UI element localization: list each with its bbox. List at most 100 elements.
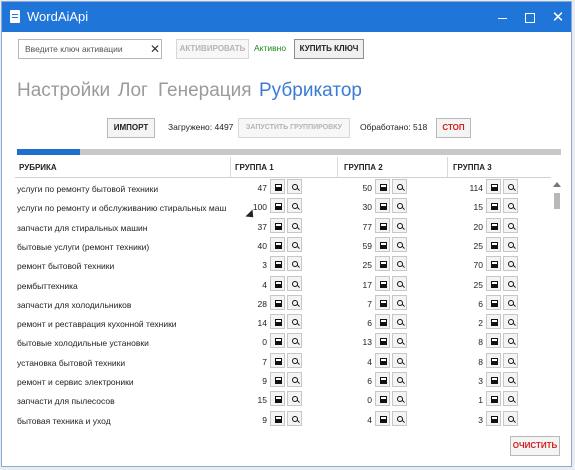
save-icon[interactable] <box>270 372 285 387</box>
import-button[interactable]: ИМПОРТ <box>107 118 155 138</box>
save-icon[interactable] <box>486 333 501 349</box>
save-icon[interactable] <box>270 179 285 194</box>
buy-key-button[interactable]: КУПИТЬ КЛЮЧ <box>294 39 364 59</box>
tab-generation[interactable]: Генерация <box>158 80 252 102</box>
save-icon[interactable] <box>375 294 390 310</box>
search-icon[interactable] <box>287 391 302 407</box>
save-icon[interactable] <box>270 333 285 349</box>
start-grouping-button[interactable]: ЗАПУСТИТЬ ГРУППИРОВКУ <box>238 118 350 138</box>
tab-rubricator[interactable]: Рубрикатор <box>259 80 362 102</box>
save-icon[interactable] <box>270 391 285 407</box>
search-icon[interactable] <box>287 236 302 252</box>
save-icon[interactable] <box>486 179 501 194</box>
rubric-name: ремонт и сервис электроники <box>17 377 134 387</box>
save-icon[interactable] <box>375 236 390 252</box>
save-icon[interactable] <box>375 256 390 272</box>
search-icon[interactable] <box>503 294 518 310</box>
search-icon[interactable] <box>503 391 518 407</box>
search-icon[interactable] <box>503 198 518 214</box>
search-icon[interactable] <box>287 198 302 214</box>
save-icon[interactable] <box>270 198 285 214</box>
stop-button[interactable]: СТОП <box>436 118 471 138</box>
save-icon[interactable] <box>270 410 285 426</box>
search-icon[interactable] <box>287 410 302 426</box>
save-icon[interactable] <box>270 217 285 233</box>
search-icon[interactable] <box>392 294 407 310</box>
search-icon[interactable] <box>392 217 407 233</box>
search-icon[interactable] <box>503 275 518 291</box>
save-icon[interactable] <box>270 352 285 368</box>
search-icon[interactable] <box>503 410 518 426</box>
search-icon[interactable] <box>392 314 407 330</box>
search-icon[interactable] <box>503 314 518 330</box>
search-icon[interactable] <box>392 256 407 272</box>
save-icon[interactable] <box>375 179 390 194</box>
search-icon[interactable] <box>503 236 518 252</box>
save-icon[interactable] <box>375 372 390 387</box>
minimize-button[interactable] <box>488 6 516 28</box>
save-icon[interactable] <box>375 198 390 214</box>
search-icon[interactable] <box>287 256 302 272</box>
search-icon[interactable] <box>503 179 518 194</box>
clear-key-icon[interactable]: ✕ <box>148 39 162 59</box>
search-icon[interactable] <box>392 410 407 426</box>
save-icon[interactable] <box>375 314 390 330</box>
clear-button[interactable]: ОЧИСТИТЬ <box>510 436 560 456</box>
search-icon[interactable] <box>287 179 302 194</box>
search-icon[interactable] <box>392 352 407 368</box>
scroll-up-arrow-icon[interactable] <box>553 182 561 187</box>
close-window-button[interactable]: ✕ <box>544 6 571 28</box>
save-icon[interactable] <box>270 314 285 330</box>
save-icon[interactable] <box>375 275 390 291</box>
search-icon[interactable] <box>503 256 518 272</box>
save-icon[interactable] <box>375 217 390 233</box>
save-icon[interactable] <box>375 333 390 349</box>
save-icon[interactable] <box>486 352 501 368</box>
save-icon[interactable] <box>486 314 501 330</box>
save-icon[interactable] <box>270 236 285 252</box>
save-icon[interactable] <box>375 352 390 368</box>
search-icon[interactable] <box>287 275 302 291</box>
scroll-thumb[interactable] <box>554 193 560 209</box>
search-icon[interactable] <box>503 333 518 349</box>
save-icon[interactable] <box>486 410 501 426</box>
search-icon[interactable] <box>287 217 302 233</box>
save-icon[interactable] <box>270 294 285 310</box>
search-icon[interactable] <box>392 236 407 252</box>
tab-log[interactable]: Лог <box>118 80 148 102</box>
save-icon[interactable] <box>486 236 501 252</box>
search-icon[interactable] <box>503 352 518 368</box>
save-icon[interactable] <box>270 256 285 272</box>
table-scrollbar[interactable] <box>552 182 562 432</box>
save-icon[interactable] <box>486 198 501 214</box>
save-icon[interactable] <box>486 391 501 407</box>
activation-key-input[interactable]: Введите ключ активации <box>18 39 162 59</box>
group-1-cell: 15 <box>245 391 325 407</box>
group-2-count: 0 <box>367 395 372 406</box>
search-icon[interactable] <box>287 352 302 368</box>
search-icon[interactable] <box>287 294 302 310</box>
save-icon[interactable] <box>486 275 501 291</box>
search-icon[interactable] <box>392 372 407 387</box>
search-icon[interactable] <box>392 333 407 349</box>
maximize-button[interactable] <box>516 6 544 28</box>
group-3-cell: 3 <box>461 410 541 427</box>
save-icon[interactable] <box>486 372 501 387</box>
search-icon[interactable] <box>287 372 302 387</box>
search-icon[interactable] <box>392 179 407 194</box>
search-icon[interactable] <box>287 333 302 349</box>
save-icon[interactable] <box>375 410 390 426</box>
save-icon[interactable] <box>486 256 501 272</box>
search-icon[interactable] <box>287 314 302 330</box>
save-icon[interactable] <box>486 217 501 233</box>
save-icon[interactable] <box>270 275 285 291</box>
search-icon[interactable] <box>503 217 518 233</box>
search-icon[interactable] <box>392 391 407 407</box>
search-icon[interactable] <box>503 372 518 387</box>
search-icon[interactable] <box>392 275 407 291</box>
activate-button[interactable]: АКТИВИРОВАТЬ <box>176 39 249 59</box>
save-icon[interactable] <box>486 294 501 310</box>
search-icon[interactable] <box>392 198 407 214</box>
save-icon[interactable] <box>375 391 390 407</box>
tab-settings[interactable]: Настройки <box>17 80 110 102</box>
